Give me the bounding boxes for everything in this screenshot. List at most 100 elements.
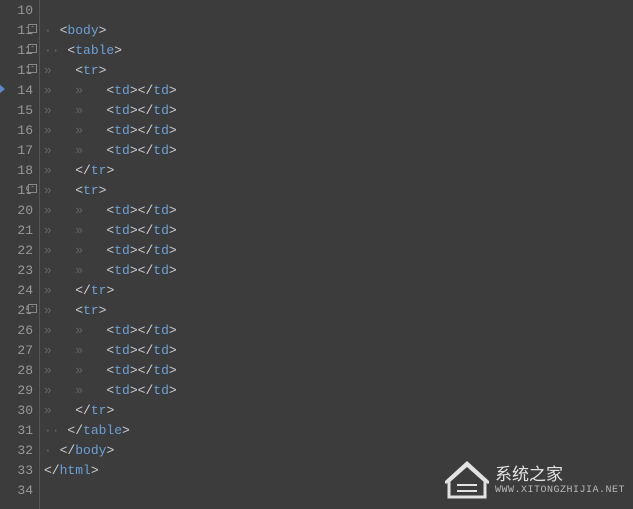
line-number: 27 bbox=[17, 343, 33, 358]
gutter-row[interactable]: 24 bbox=[0, 280, 39, 300]
gutter-row[interactable]: 16 bbox=[0, 120, 39, 140]
gutter-row[interactable]: 34 bbox=[0, 480, 39, 500]
gutter-row[interactable]: 26 bbox=[0, 320, 39, 340]
tag-bracket: </ bbox=[138, 243, 154, 258]
gutter-row[interactable]: 20 bbox=[0, 200, 39, 220]
line-number: 34 bbox=[17, 483, 33, 498]
code-line[interactable]: » » <td></td> bbox=[44, 140, 633, 160]
tag-bracket: </ bbox=[138, 263, 154, 278]
line-number: 17 bbox=[17, 143, 33, 158]
tag-name: td bbox=[153, 363, 169, 378]
tag-bracket: < bbox=[106, 363, 114, 378]
whitespace-marker: » » bbox=[44, 243, 106, 258]
gutter-row[interactable]: 13- bbox=[0, 60, 39, 80]
code-line[interactable]: » » <td></td> bbox=[44, 320, 633, 340]
whitespace-marker: » » bbox=[44, 223, 106, 238]
whitespace-marker: » » bbox=[44, 103, 106, 118]
code-line[interactable]: » <tr> bbox=[44, 180, 633, 200]
gutter-row[interactable]: 32 bbox=[0, 440, 39, 460]
code-line[interactable]: ·· <table> bbox=[44, 40, 633, 60]
gutter-row[interactable]: 15 bbox=[0, 100, 39, 120]
code-line[interactable]: » </tr> bbox=[44, 280, 633, 300]
code-line[interactable]: » <tr> bbox=[44, 300, 633, 320]
code-line[interactable]: » » <td></td> bbox=[44, 360, 633, 380]
whitespace-marker: » bbox=[44, 403, 75, 418]
tag-bracket: </ bbox=[138, 323, 154, 338]
tag-bracket: > bbox=[130, 343, 138, 358]
code-line[interactable]: · <body> bbox=[44, 20, 633, 40]
fold-toggle-icon[interactable]: - bbox=[28, 24, 37, 33]
tag-bracket: > bbox=[169, 383, 177, 398]
tag-bracket: > bbox=[122, 423, 130, 438]
tag-name: td bbox=[153, 343, 169, 358]
code-line[interactable]: » » <td></td> bbox=[44, 120, 633, 140]
code-line[interactable] bbox=[44, 0, 633, 20]
gutter-row[interactable]: 27 bbox=[0, 340, 39, 360]
tag-bracket: </ bbox=[75, 163, 91, 178]
gutter-row[interactable]: 33 bbox=[0, 460, 39, 480]
whitespace-marker: » » bbox=[44, 263, 106, 278]
whitespace-marker: · bbox=[44, 443, 60, 458]
whitespace-marker: ·· bbox=[44, 43, 67, 58]
tag-name: td bbox=[153, 123, 169, 138]
whitespace-marker: · bbox=[44, 23, 60, 38]
tag-name: tr bbox=[91, 163, 107, 178]
tag-name: td bbox=[153, 243, 169, 258]
tag-bracket: > bbox=[169, 123, 177, 138]
fold-toggle-icon[interactable]: - bbox=[28, 64, 37, 73]
gutter-row[interactable]: 12- bbox=[0, 40, 39, 60]
tag-bracket: < bbox=[106, 383, 114, 398]
code-line[interactable]: » » <td></td> bbox=[44, 340, 633, 360]
whitespace-marker: ·· bbox=[44, 423, 67, 438]
code-line[interactable]: » <tr> bbox=[44, 60, 633, 80]
gutter-row[interactable]: 28 bbox=[0, 360, 39, 380]
code-line[interactable]: » » <td></td> bbox=[44, 260, 633, 280]
whitespace-marker: » » bbox=[44, 123, 106, 138]
gutter-row[interactable]: 31 bbox=[0, 420, 39, 440]
code-line[interactable]: » » <td></td> bbox=[44, 380, 633, 400]
tag-bracket: > bbox=[169, 323, 177, 338]
tag-bracket: > bbox=[106, 403, 114, 418]
tag-name: td bbox=[114, 143, 130, 158]
code-line[interactable]: » » <td></td> bbox=[44, 220, 633, 240]
gutter-row[interactable]: 29 bbox=[0, 380, 39, 400]
code-line[interactable]: » » <td></td> bbox=[44, 100, 633, 120]
current-line-marker-icon bbox=[0, 84, 5, 94]
line-number: 21 bbox=[17, 223, 33, 238]
line-number: 14 bbox=[17, 83, 33, 98]
gutter-row[interactable]: 10 bbox=[0, 0, 39, 20]
tag-bracket: > bbox=[106, 163, 114, 178]
tag-name: td bbox=[153, 103, 169, 118]
code-line[interactable]: » </tr> bbox=[44, 160, 633, 180]
gutter-row[interactable]: 21 bbox=[0, 220, 39, 240]
code-line[interactable]: » » <td></td> bbox=[44, 240, 633, 260]
code-line[interactable]: </html> bbox=[44, 460, 633, 480]
tag-name: td bbox=[114, 363, 130, 378]
tag-bracket: > bbox=[130, 223, 138, 238]
fold-toggle-icon[interactable]: - bbox=[28, 304, 37, 313]
code-line[interactable]: » </tr> bbox=[44, 400, 633, 420]
code-line[interactable]: » » <td></td> bbox=[44, 200, 633, 220]
code-line[interactable]: · </body> bbox=[44, 440, 633, 460]
gutter-row[interactable]: 30 bbox=[0, 400, 39, 420]
tag-bracket: </ bbox=[67, 423, 83, 438]
line-number-gutter[interactable]: 1011-12-13- 14 1516 17 1819-20 21 22232425-26 2… bbox=[0, 0, 40, 509]
tag-name: td bbox=[153, 83, 169, 98]
gutter-row[interactable]: 25- bbox=[0, 300, 39, 320]
fold-toggle-icon[interactable]: - bbox=[28, 44, 37, 53]
code-area[interactable]: · <body>·· <table>» <tr>» » <td></td>» »… bbox=[40, 0, 633, 509]
gutter-row[interactable]: 18 bbox=[0, 160, 39, 180]
gutter-row[interactable]: 14 bbox=[0, 80, 39, 100]
code-line[interactable] bbox=[44, 480, 633, 500]
code-editor[interactable]: 1011-12-13- 14 1516 17 1819-20 21 22232425-26 2… bbox=[0, 0, 633, 509]
code-line[interactable]: » » <td></td> bbox=[44, 80, 633, 100]
gutter-row[interactable]: 17 bbox=[0, 140, 39, 160]
fold-toggle-icon[interactable]: - bbox=[28, 184, 37, 193]
gutter-row[interactable]: 19- bbox=[0, 180, 39, 200]
gutter-row[interactable]: 23 bbox=[0, 260, 39, 280]
gutter-row[interactable]: 22 bbox=[0, 240, 39, 260]
gutter-row[interactable]: 11- bbox=[0, 20, 39, 40]
whitespace-marker: » » bbox=[44, 203, 106, 218]
tag-name: html bbox=[60, 463, 91, 478]
code-line[interactable]: ·· </table> bbox=[44, 420, 633, 440]
